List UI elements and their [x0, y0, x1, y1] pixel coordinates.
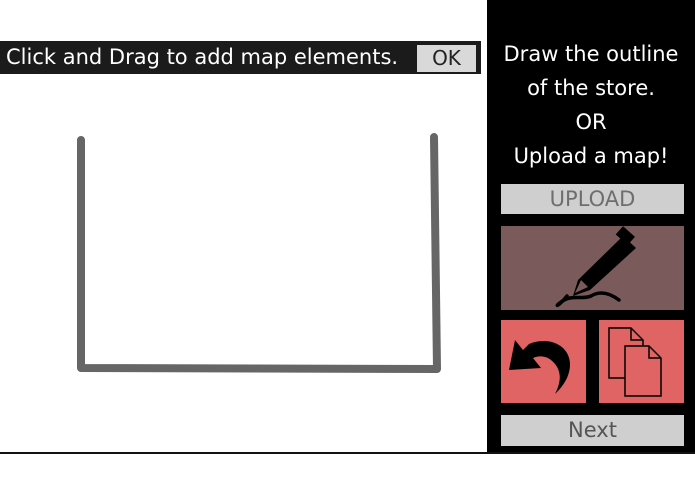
instruction-text: Click and Drag to add map elements.: [6, 45, 399, 69]
prompt-line-1: Draw the outline: [503, 42, 679, 66]
empty-footer-area: [0, 454, 695, 494]
pen-icon: [501, 226, 684, 310]
side-panel: Draw the outline of the store. OR Upload…: [487, 0, 695, 452]
undo-button[interactable]: [501, 320, 586, 403]
prompt-line-3: OR: [575, 110, 607, 134]
prompt-line-2: of the store.: [527, 76, 655, 100]
upload-button[interactable]: UPLOAD: [501, 184, 684, 214]
prompt-line-4: Upload a map!: [513, 144, 669, 168]
undo-arrow-icon: [501, 320, 586, 403]
next-button[interactable]: Next: [501, 415, 684, 446]
outline-stroke: [77, 133, 441, 373]
ok-button[interactable]: OK: [417, 45, 476, 72]
copy-pages-icon: [599, 320, 684, 403]
drawing-canvas[interactable]: Click and Drag to add map elements. OK: [0, 0, 487, 452]
pen-tool-button[interactable]: [501, 226, 684, 310]
copy-button[interactable]: [599, 320, 684, 403]
instruction-bar: Click and Drag to add map elements. OK: [0, 41, 481, 74]
